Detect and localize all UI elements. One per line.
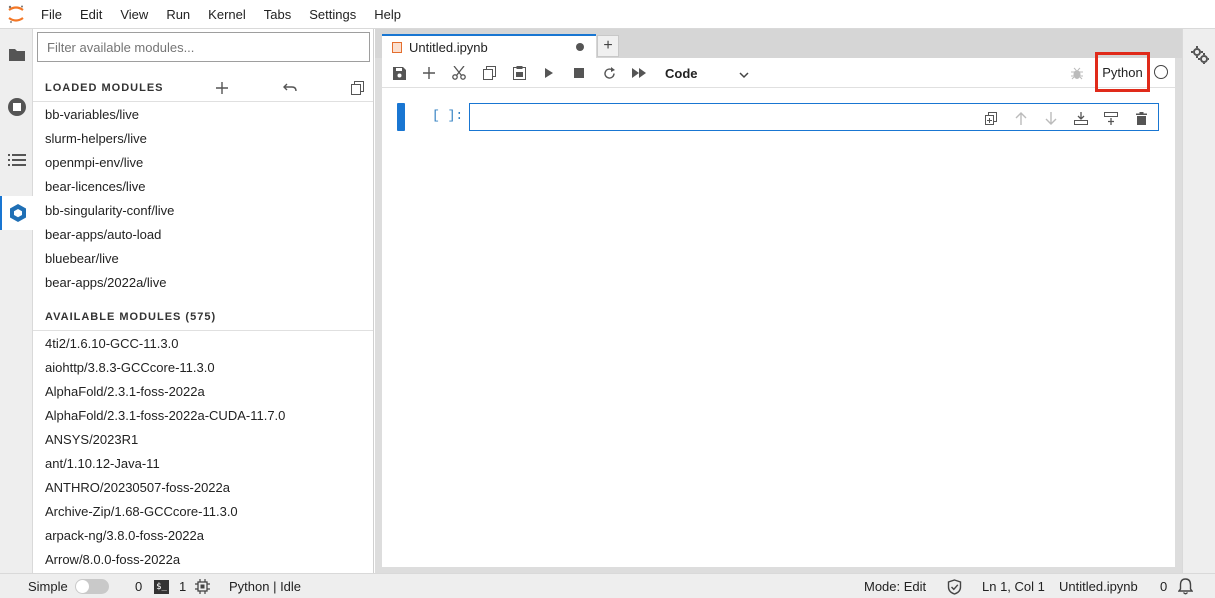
list-item[interactable]: aiohttp/3.8.3-GCCcore-11.3.0 [33, 356, 373, 380]
kernel-idle-status-icon [1154, 65, 1168, 79]
list-item[interactable]: 4ti2/1.6.10-GCC-11.3.0 [33, 332, 373, 356]
copy-cell-icon[interactable] [479, 63, 499, 83]
running-sessions-icon[interactable] [0, 90, 33, 124]
kernel-name-button[interactable]: Python [1095, 52, 1150, 92]
modules-panel: LOADED MODULES bb-variables/live slurm-h… [33, 29, 374, 573]
terminal-icon: $_ [154, 574, 169, 598]
menu-bar: File Edit View Run Kernel Tabs Settings … [0, 0, 1215, 29]
loaded-modules-header: LOADED MODULES [33, 74, 373, 102]
cell-toolbar [982, 109, 1150, 127]
add-module-icon[interactable] [213, 79, 231, 97]
list-item[interactable]: bluebear/live [33, 247, 373, 271]
list-item[interactable]: bear-apps/2022a/live [33, 271, 373, 295]
cell-collapser[interactable] [397, 103, 405, 131]
unsaved-dot-icon[interactable] [576, 43, 584, 51]
notebook-panel: Code Python [ ]: [382, 52, 1175, 567]
folder-icon[interactable] [0, 37, 33, 71]
document-tab-bar: Untitled.ipynb + [375, 29, 1182, 58]
chevron-down-icon [739, 67, 749, 82]
main-area: Untitled.ipynb + Code Python []: [375, 29, 1182, 573]
status-filename[interactable]: Untitled.ipynb [1059, 574, 1138, 598]
menu-tabs[interactable]: Tabs [255, 0, 300, 29]
bell-icon[interactable] [1178, 574, 1193, 598]
terminals-count[interactable]: 0 [135, 574, 142, 598]
cell-type-select[interactable]: Code [665, 62, 749, 84]
software-modules-icon[interactable] [0, 196, 33, 230]
menu-edit[interactable]: Edit [71, 0, 111, 29]
list-item[interactable]: slurm-helpers/live [33, 127, 373, 151]
list-item[interactable]: AlphaFold/2.3.1-foss-2022a [33, 380, 373, 404]
kernel-chip-icon [195, 574, 210, 598]
duplicate-cell-icon[interactable] [982, 109, 1000, 127]
list-item[interactable]: ANSYS/2023R1 [33, 428, 373, 452]
delete-cell-icon[interactable] [1132, 109, 1150, 127]
menu-settings[interactable]: Settings [300, 0, 365, 29]
left-activity-bar [0, 29, 33, 573]
kernel-status-text[interactable]: Python | Idle [229, 574, 301, 598]
notebook-toolbar: Code Python [382, 52, 1175, 92]
list-item[interactable]: bb-variables/live [33, 103, 373, 127]
cell-editor[interactable] [469, 103, 1159, 131]
copy-icon[interactable] [348, 79, 366, 97]
simple-mode-label: Simple [28, 579, 68, 594]
table-of-contents-icon[interactable] [0, 143, 33, 177]
menu-help[interactable]: Help [365, 0, 410, 29]
save-icon[interactable] [389, 63, 409, 83]
available-modules-header: AVAILABLE MODULES (575) [33, 303, 373, 331]
right-activity-bar [1182, 29, 1215, 573]
menu-kernel[interactable]: Kernel [199, 0, 255, 29]
simple-mode-toggle[interactable] [75, 574, 109, 598]
new-tab-button[interactable]: + [597, 35, 619, 57]
insert-below-icon[interactable] [1102, 109, 1120, 127]
loaded-modules-title: LOADED MODULES [45, 81, 164, 94]
stop-icon[interactable] [569, 63, 589, 83]
notebook-icon [392, 41, 402, 53]
code-cell[interactable]: [ ]: [397, 103, 1160, 131]
restart-icon[interactable] [599, 63, 619, 83]
notification-count[interactable]: 0 [1160, 574, 1167, 598]
property-inspector-gears-icon[interactable] [1190, 45, 1210, 65]
module-filter-input[interactable] [37, 32, 370, 62]
move-up-icon[interactable] [1012, 109, 1030, 127]
run-icon[interactable] [539, 63, 559, 83]
insert-above-icon[interactable] [1072, 109, 1090, 127]
cell-type-value: Code [665, 65, 698, 81]
cursor-position[interactable]: Ln 1, Col 1 [982, 574, 1045, 598]
list-item[interactable]: openmpi-env/live [33, 151, 373, 175]
menu-run[interactable]: Run [157, 0, 199, 29]
kernels-count[interactable]: 1 [179, 574, 186, 598]
list-item[interactable]: arpack-ng/3.8.0-foss-2022a [33, 524, 373, 548]
loaded-modules-list: bb-variables/live slurm-helpers/live ope… [33, 103, 373, 295]
move-down-icon[interactable] [1042, 109, 1060, 127]
list-item[interactable]: bear-apps/auto-load [33, 223, 373, 247]
menu-file[interactable]: File [32, 0, 71, 29]
list-item[interactable]: ANTHRO/20230507-foss-2022a [33, 476, 373, 500]
notebook-tab[interactable]: Untitled.ipynb [382, 34, 596, 58]
shield-icon[interactable] [947, 574, 962, 598]
menu-view[interactable]: View [111, 0, 157, 29]
list-item[interactable]: AlphaFold/2.3.1-foss-2022a-CUDA-11.7.0 [33, 404, 373, 428]
list-item[interactable]: Archive-Zip/1.68-GCCcore-11.3.0 [33, 500, 373, 524]
status-bar: Simple 0 $_ 1 Python | Idle Mode: Edit L… [0, 573, 1215, 598]
cell-prompt: [ ]: [432, 108, 464, 123]
kernel-name: Python [1102, 64, 1143, 80]
list-item[interactable]: bb-singularity-conf/live [33, 199, 373, 223]
list-item[interactable]: Arrow/8.0.0-foss-2022a [33, 548, 373, 572]
undo-icon[interactable] [281, 79, 299, 97]
tab-title: Untitled.ipynb [409, 39, 488, 55]
list-item[interactable]: ant/1.10.12-Java-11 [33, 452, 373, 476]
available-modules-title: AVAILABLE MODULES (575) [45, 310, 217, 323]
fast-forward-icon[interactable] [629, 63, 649, 83]
cut-icon[interactable] [449, 63, 469, 83]
debugger-icon[interactable] [1067, 63, 1087, 83]
jupyter-logo-icon [0, 0, 32, 29]
available-modules-list: 4ti2/1.6.10-GCC-11.3.0 aiohttp/3.8.3-GCC… [33, 332, 373, 572]
mode-indicator[interactable]: Mode: Edit [864, 574, 926, 598]
insert-cell-icon[interactable] [419, 63, 439, 83]
paste-icon[interactable] [509, 63, 529, 83]
list-item[interactable]: bear-licences/live [33, 175, 373, 199]
